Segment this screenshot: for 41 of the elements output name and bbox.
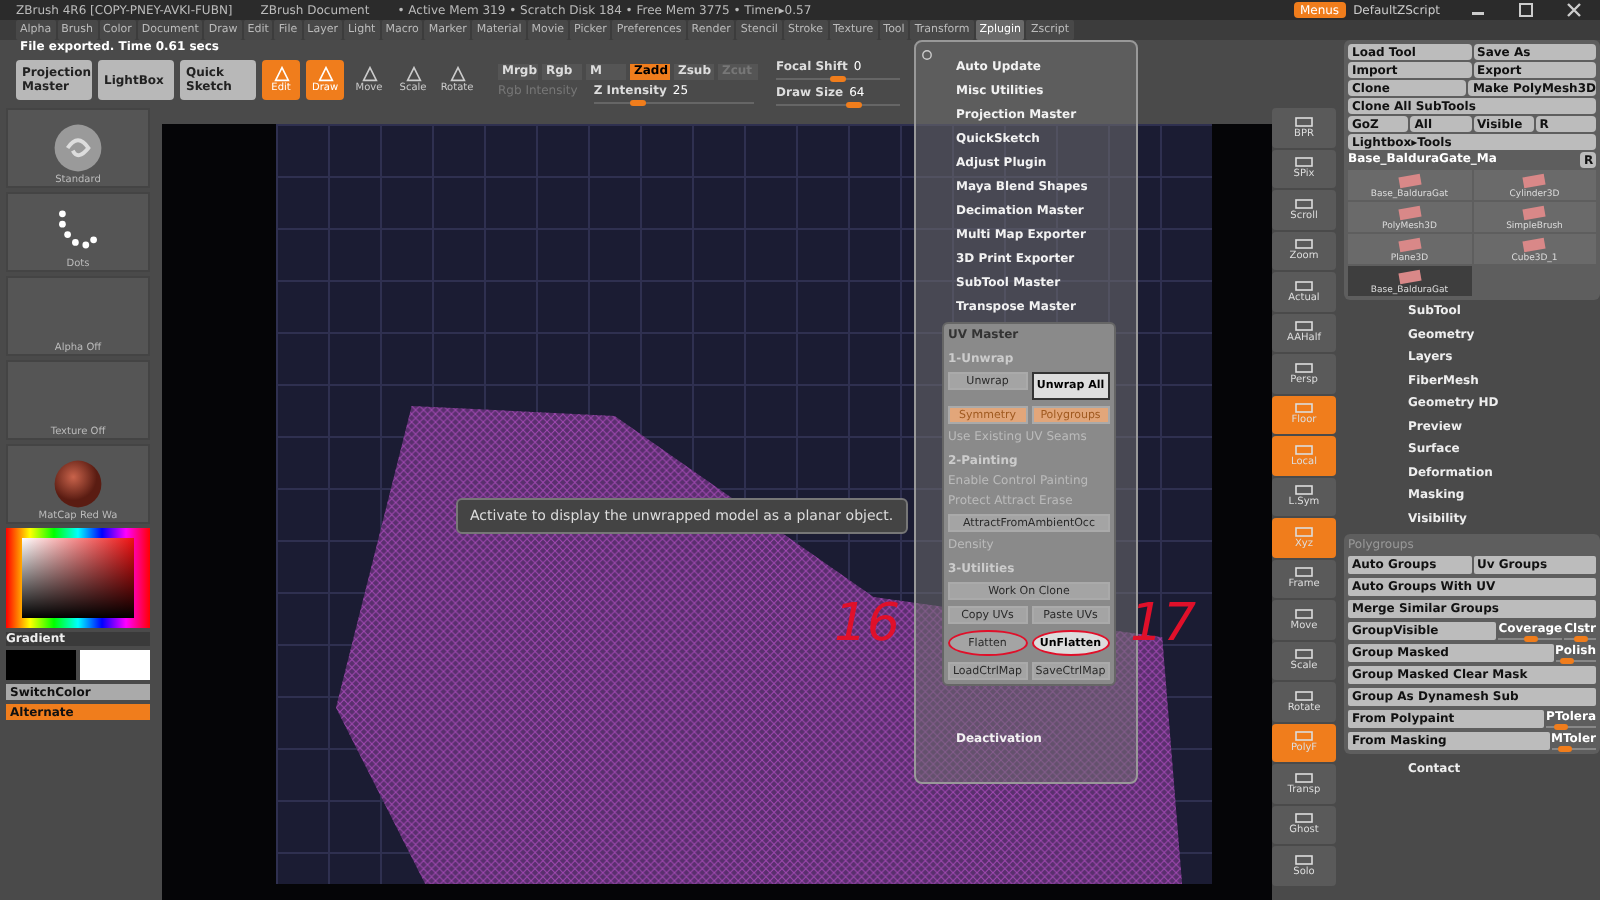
tool-icon [361, 66, 377, 82]
slider-thumb[interactable] [1523, 636, 1538, 642]
slider-thumb[interactable] [1557, 746, 1572, 752]
brush-icon [52, 122, 104, 174]
view-icon [1294, 402, 1314, 415]
tool-icon [273, 66, 289, 82]
slider-thumb[interactable] [845, 102, 862, 108]
view-icon [1294, 689, 1314, 702]
slider-thumb[interactable] [1573, 636, 1588, 642]
tool-icon [317, 66, 333, 82]
view-icon [1294, 279, 1314, 292]
view-icon [1294, 771, 1314, 784]
slider-thumb[interactable] [1553, 724, 1568, 730]
slider-thumb[interactable] [1560, 658, 1575, 664]
view-icon [1294, 566, 1314, 579]
view-icon [1294, 156, 1314, 169]
view-icon [1294, 115, 1314, 128]
color-picker[interactable] [6, 528, 150, 628]
pin-icon[interactable] [920, 48, 934, 62]
slider-thumb[interactable] [830, 76, 846, 82]
view-icon [1294, 607, 1314, 620]
view-icon [1294, 238, 1314, 251]
view-icon [1294, 525, 1314, 538]
annotation-number: 16 [834, 594, 901, 654]
view-icon [1294, 320, 1314, 333]
tool-icon [405, 66, 421, 82]
view-icon [1294, 361, 1314, 374]
maximize-icon[interactable] [1516, 2, 1536, 18]
view-icon [1294, 812, 1314, 825]
close-icon[interactable] [1564, 2, 1584, 18]
view-icon [1294, 484, 1314, 497]
view-icon [1294, 443, 1314, 456]
view-icon [1294, 648, 1314, 661]
slider-thumb[interactable] [629, 99, 646, 105]
secondary-color-swatch[interactable] [80, 650, 150, 680]
view-icon [1294, 853, 1314, 866]
view-icon [1294, 730, 1314, 743]
sphere-icon [52, 458, 104, 510]
tool-icon [449, 66, 465, 82]
primary-color-swatch[interactable] [6, 650, 76, 680]
view-icon [1294, 197, 1314, 210]
